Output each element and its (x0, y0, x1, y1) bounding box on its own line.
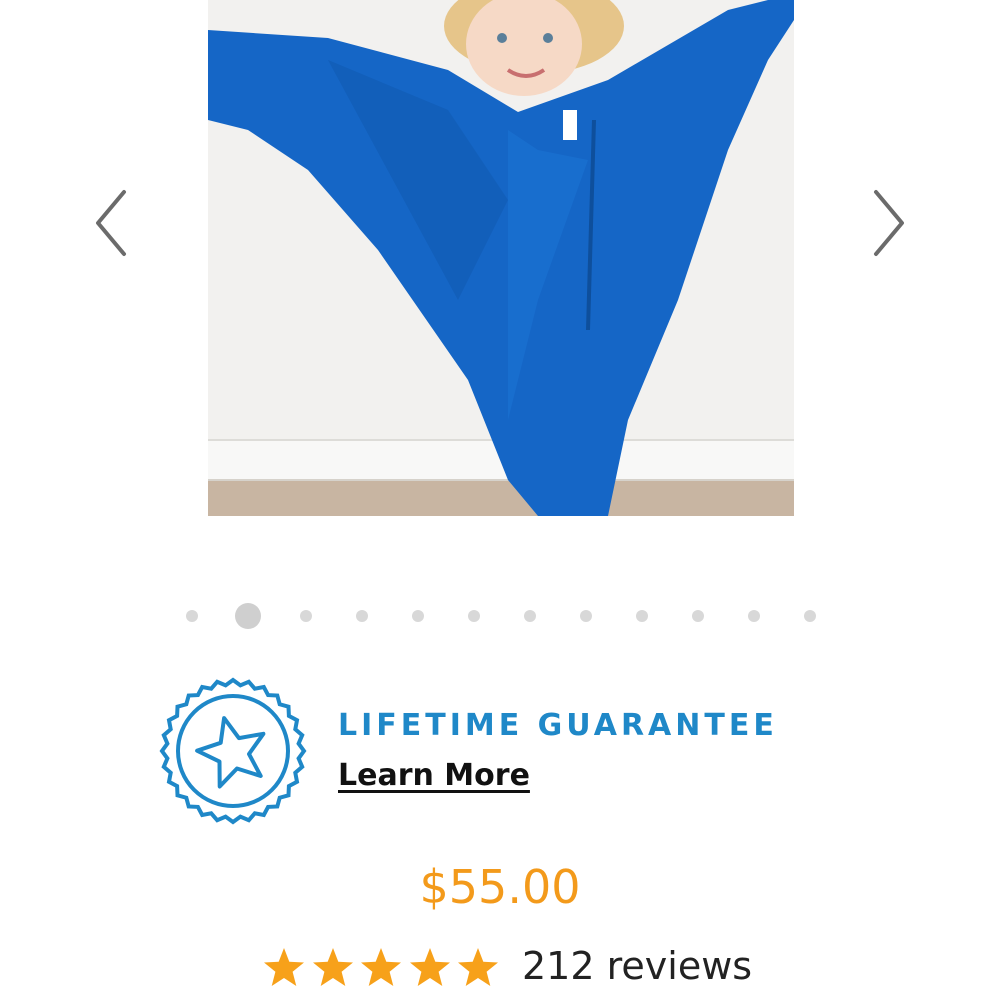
chevron-right-icon (874, 190, 904, 256)
carousel-next-button[interactable] (868, 188, 908, 258)
chevron-left-icon (96, 190, 126, 256)
guarantee-title: LIFETIME GUARANTEE (338, 708, 778, 743)
carousel-dot[interactable] (748, 610, 760, 622)
product-image[interactable] (208, 0, 794, 516)
product-page: LIFETIME GUARANTEE Learn More $55.00 212… (0, 0, 1000, 1000)
carousel-dot[interactable] (804, 610, 816, 622)
carousel-pagination (0, 602, 1000, 630)
star-icon (409, 948, 450, 986)
star-icon (361, 948, 401, 986)
guarantee-section: LIFETIME GUARANTEE Learn More (158, 676, 838, 826)
product-photo (208, 0, 794, 516)
carousel-dot[interactable] (524, 610, 536, 622)
carousel-dot[interactable] (636, 610, 648, 622)
carousel-dot[interactable] (300, 610, 312, 622)
carousel-dot[interactable] (186, 610, 198, 622)
carousel-prev-button[interactable] (92, 188, 132, 258)
carousel-dot[interactable] (356, 610, 368, 622)
star-icon (264, 948, 304, 986)
carousel-dot[interactable] (412, 610, 424, 622)
carousel-dot[interactable] (692, 610, 704, 622)
image-carousel (0, 0, 1000, 520)
learn-more-link[interactable]: Learn More (338, 758, 530, 793)
reviews-link[interactable]: 212 reviews (522, 944, 752, 988)
carousel-dot-active[interactable] (235, 603, 261, 629)
product-rating: 212 reviews (0, 940, 1000, 996)
star-icon (312, 948, 353, 986)
product-price: $55.00 (419, 860, 581, 914)
star-seal-badge-icon (158, 676, 308, 826)
star-icon (458, 948, 498, 986)
carousel-dot[interactable] (468, 610, 480, 622)
carousel-dot[interactable] (580, 610, 592, 622)
